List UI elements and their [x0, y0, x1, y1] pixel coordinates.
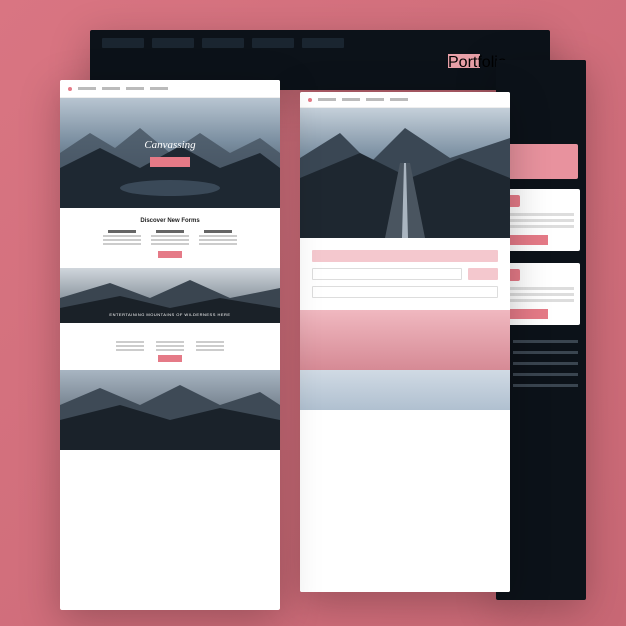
- list-text: [513, 340, 578, 343]
- card-cta-button[interactable]: [508, 235, 548, 245]
- back-nav: [90, 30, 550, 56]
- form-section: [300, 238, 510, 310]
- back-accent-button[interactable]: Portfolio: [448, 54, 480, 68]
- list-text: [513, 351, 578, 354]
- list-text: [513, 373, 578, 376]
- nav-item[interactable]: [152, 38, 194, 48]
- nav-link[interactable]: [366, 98, 384, 101]
- nav-strip: [60, 80, 280, 98]
- hero-cta-button[interactable]: [150, 157, 190, 167]
- card-line: [508, 219, 574, 222]
- list-text: [513, 362, 578, 365]
- nav-link[interactable]: [318, 98, 336, 101]
- hero-section: Canvassing: [60, 98, 280, 208]
- column: [156, 341, 184, 351]
- nav-item[interactable]: [102, 38, 144, 48]
- sidebar-card[interactable]: [502, 189, 580, 251]
- nav-link[interactable]: [102, 87, 120, 90]
- feature-column: [151, 230, 189, 245]
- nav-link[interactable]: [78, 87, 96, 90]
- card-line: [508, 287, 574, 290]
- column: [116, 341, 144, 351]
- footer-section: [300, 410, 510, 592]
- nav-item[interactable]: [252, 38, 294, 48]
- list-item[interactable]: [504, 339, 578, 344]
- form-field[interactable]: [312, 250, 498, 262]
- feature-column: [199, 230, 237, 245]
- bottom-hero-image: [60, 370, 280, 450]
- hero-road-image: [300, 108, 510, 238]
- mockup-right-page: [300, 92, 510, 592]
- hero-title: Canvassing: [144, 139, 195, 151]
- features-heading: Discover New Forms: [140, 218, 199, 224]
- sidebar-card[interactable]: [502, 263, 580, 325]
- sidebar-pink-block: [504, 144, 578, 179]
- nav-link[interactable]: [126, 87, 144, 90]
- list-text: [513, 384, 578, 387]
- features-columns: [72, 230, 268, 245]
- list-item[interactable]: [504, 372, 578, 377]
- nav-item[interactable]: [302, 38, 344, 48]
- mockup-left-page: Canvassing Discover New Forms ENTERTAINI…: [60, 80, 280, 610]
- list-item[interactable]: [504, 350, 578, 355]
- logo-dot-icon: [68, 87, 72, 91]
- list-item[interactable]: [504, 361, 578, 366]
- blue-section: [300, 370, 510, 410]
- form-submit-button[interactable]: [468, 268, 498, 280]
- card-line: [508, 299, 574, 302]
- nav-item[interactable]: [202, 38, 244, 48]
- list-item[interactable]: [504, 383, 578, 388]
- secondary-section: [60, 323, 280, 370]
- feature-column: [103, 230, 141, 245]
- form-field[interactable]: [312, 268, 462, 280]
- secondary-columns: [116, 337, 224, 355]
- wide-banner-text: ENTERTAINING MOUNTAINS OF WILDERNESS HER…: [109, 312, 230, 317]
- column: [196, 341, 224, 351]
- secondary-cta-button[interactable]: [158, 355, 182, 362]
- card-line: [508, 293, 574, 296]
- features-cta-button[interactable]: [158, 251, 182, 258]
- card-line: [508, 225, 574, 228]
- nav-link[interactable]: [390, 98, 408, 101]
- nav-link[interactable]: [150, 87, 168, 90]
- nav-link[interactable]: [342, 98, 360, 101]
- logo-dot-icon: [308, 98, 312, 102]
- card-line: [508, 213, 574, 216]
- card-cta-button[interactable]: [508, 309, 548, 319]
- pink-section: [300, 310, 510, 370]
- features-section: Discover New Forms: [60, 208, 280, 268]
- nav-strip: [300, 92, 510, 108]
- form-field[interactable]: [312, 286, 498, 298]
- wide-banner-image: ENTERTAINING MOUNTAINS OF WILDERNESS HER…: [60, 268, 280, 323]
